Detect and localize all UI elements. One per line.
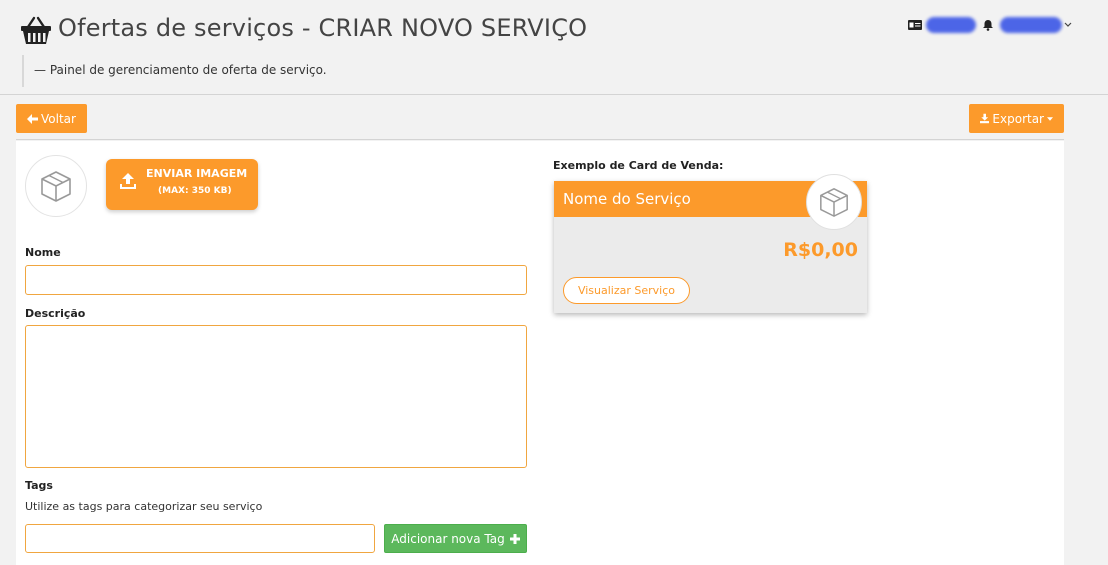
page-header: Ofertas de serviços - CRIAR NOVO SERVIÇO…: [0, 0, 1108, 95]
tags-label: Tags: [25, 479, 53, 492]
tag-input[interactable]: [25, 524, 375, 553]
description-label: Descrição: [25, 307, 86, 320]
export-label: Exportar: [992, 111, 1044, 126]
back-button[interactable]: Voltar: [16, 104, 87, 133]
add-tag-label: Adicionar nova Tag: [391, 531, 505, 546]
basket-icon: [21, 16, 51, 44]
form-panel: ENVIAR IMAGEM (MAX: 350 KB) Nome Descriç…: [16, 141, 1064, 565]
name-input[interactable]: [25, 265, 527, 295]
sale-card-preview: Nome do Serviço R$0,00 Visualizar Serviç…: [554, 174, 867, 313]
box-icon: [41, 171, 71, 202]
redacted-account: [926, 17, 976, 33]
caret-down-icon: [1047, 116, 1053, 121]
redacted-user[interactable]: [1000, 17, 1062, 33]
box-icon: [820, 188, 848, 217]
tags-help-text: Utilize as tags para categorizar seu ser…: [25, 500, 263, 513]
card-service-name: Nome do Serviço: [563, 190, 691, 208]
upload-size-limit: (MAX: 350 KB): [158, 186, 232, 196]
upload-image-button[interactable]: ENVIAR IMAGEM (MAX: 350 KB): [106, 159, 258, 210]
upload-label: ENVIAR IMAGEM: [146, 167, 248, 180]
chevron-down-icon[interactable]: [1064, 22, 1072, 28]
card-price: R$0,00: [783, 239, 858, 261]
card-example-heading: Exemplo de Card de Venda:: [553, 159, 724, 172]
export-button[interactable]: Exportar: [969, 104, 1064, 133]
page-subtitle: — Painel de gerenciamento de oferta de s…: [22, 55, 327, 87]
user-area: [908, 14, 1072, 36]
add-tag-button[interactable]: Adicionar nova Tag: [384, 524, 527, 553]
upload-icon: [120, 173, 136, 189]
toolbar: Voltar Exportar: [16, 104, 1064, 140]
view-service-button[interactable]: Visualizar Serviço: [563, 277, 690, 304]
description-textarea[interactable]: [25, 325, 527, 468]
bell-icon[interactable]: [982, 19, 994, 31]
name-label: Nome: [25, 246, 61, 259]
back-label: Voltar: [41, 111, 76, 126]
id-card-icon[interactable]: [908, 20, 922, 30]
card-image-placeholder: [806, 174, 862, 230]
plus-icon: [509, 533, 520, 544]
page-title: Ofertas de serviços - CRIAR NOVO SERVIÇO: [58, 14, 588, 42]
service-image-placeholder: [25, 155, 87, 217]
arrow-left-icon: [27, 113, 38, 124]
download-icon: [980, 113, 990, 124]
